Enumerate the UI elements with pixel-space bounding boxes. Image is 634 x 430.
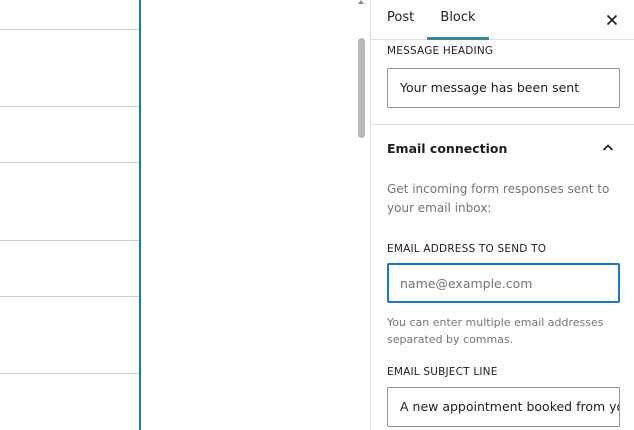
- email-connection-description: Get incoming form responses sent to your…: [387, 182, 610, 215]
- chevron-up-icon: [602, 144, 614, 151]
- email-subject-input[interactable]: A new appointment booked from your websi…: [387, 387, 620, 427]
- settings-sidebar: Post Block MESSAGE HEADING Your message …: [370, 0, 634, 430]
- form-row-divider: [0, 162, 139, 163]
- form-row-divider: [0, 240, 139, 241]
- sidebar-tabs: Post Block: [371, 0, 634, 40]
- tab-post[interactable]: Post: [387, 0, 414, 40]
- email-address-help: You can enter multiple email addresses s…: [387, 316, 604, 346]
- form-row-divider: [0, 106, 139, 107]
- editor-window: Post Block MESSAGE HEADING Your message …: [0, 0, 634, 430]
- message-heading-label: MESSAGE HEADING: [387, 45, 494, 57]
- editor-canvas: [0, 0, 370, 430]
- scroll-thumb[interactable]: [358, 38, 365, 138]
- message-heading-input[interactable]: Your message has been sent: [387, 68, 620, 108]
- email-subject-label: EMAIL SUBJECT LINE: [387, 366, 498, 378]
- email-address-label: EMAIL ADDRESS TO SEND TO: [387, 243, 547, 255]
- panel-divider: [371, 124, 634, 125]
- form-row-divider: [0, 296, 139, 297]
- scroll-up-arrow-icon[interactable]: [358, 0, 364, 4]
- close-icon: [606, 14, 618, 26]
- active-tab-indicator: [427, 37, 489, 40]
- canvas-scrollbar[interactable]: [352, 0, 370, 430]
- tab-block[interactable]: Block: [427, 0, 489, 40]
- form-block[interactable]: [0, 0, 141, 430]
- close-sidebar-button[interactable]: [601, 9, 623, 31]
- form-row-divider: [0, 29, 139, 30]
- email-connection-title: Email connection: [387, 141, 508, 156]
- form-row-divider: [0, 373, 139, 374]
- email-address-input[interactable]: [387, 263, 620, 303]
- email-connection-toggle[interactable]: [597, 138, 619, 158]
